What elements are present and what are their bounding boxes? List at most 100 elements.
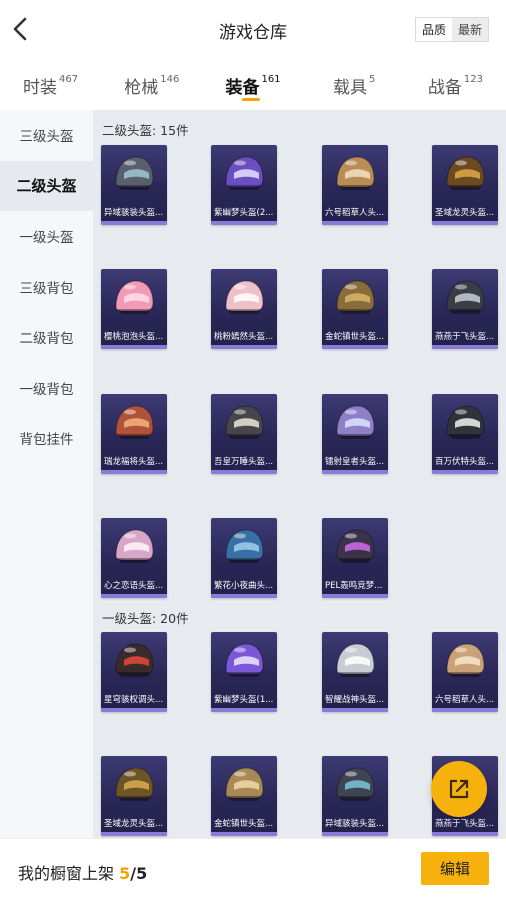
- item-card[interactable]: 金蛇镇世头盔...: [322, 269, 388, 349]
- tab-count: 161: [261, 73, 281, 85]
- item-card[interactable]: 紫幽梦头盔(1...: [211, 632, 277, 712]
- item-card-frame: 紫幽梦头盔(2...: [211, 145, 277, 225]
- helmet-icon: [115, 280, 154, 314]
- item-name: PEL轰鸣竞梦...: [325, 581, 383, 591]
- showcase-bar: 我的橱窗上架 5/5 编辑: [0, 838, 506, 897]
- showcase-max-count: 5: [136, 864, 148, 883]
- item-card[interactable]: 瑞龙福将头盔...: [101, 394, 167, 474]
- share-button[interactable]: [431, 761, 487, 817]
- sidebar-item-level3-helmet[interactable]: 三级头盔: [0, 110, 93, 161]
- item-card-frame: 瑞龙福将头盔...: [101, 394, 167, 474]
- item-card[interactable]: 桃粉嫣然头盔...: [211, 269, 277, 349]
- sort-toggle: 品质 最新: [415, 17, 489, 42]
- top-bar: 游戏仓库 品质 最新: [0, 0, 506, 60]
- item-name: 紫幽梦头盔(1...: [214, 695, 274, 705]
- item-name: 六号稻草人头...: [435, 695, 495, 705]
- active-tab-indicator: [242, 98, 260, 101]
- sidebar-item-level2-helmet[interactable]: 二级头盔: [0, 160, 93, 211]
- item-card-frame: 燕燕于飞头盔...: [432, 269, 498, 349]
- helmet-icon: [225, 405, 264, 439]
- edit-button[interactable]: 编辑: [421, 852, 489, 885]
- tab-label: 时装: [23, 77, 58, 98]
- tab-label: 载具: [333, 77, 368, 98]
- helmet-icon: [115, 767, 154, 801]
- item-card-frame: 六号稻草人头...: [322, 145, 388, 225]
- helmet-icon: [225, 280, 264, 314]
- sort-latest-button[interactable]: 最新: [452, 18, 488, 41]
- item-name: 桃粉嫣然头盔...: [214, 332, 274, 342]
- category-tabs: 时装 467 枪械 146 装备 161 载具 5 战备 123: [0, 60, 506, 110]
- item-card[interactable]: 圣域龙灵头盔...: [101, 756, 167, 836]
- tab-label: 装备: [225, 77, 260, 98]
- item-name: 异域骇装头盔...: [325, 819, 385, 829]
- item-card[interactable]: 繁花小夜曲头...: [211, 518, 277, 598]
- helmet-icon: [336, 280, 375, 314]
- item-card-frame: 金蛇镇世头盔...: [211, 756, 277, 836]
- helmet-icon: [446, 280, 485, 314]
- item-card-frame: 圣域龙灵头盔...: [432, 145, 498, 225]
- item-name: 星穹骇权调头...: [104, 695, 164, 705]
- helmet-icon: [336, 156, 375, 190]
- item-card-frame: 樱桃泡泡头盔...: [101, 269, 167, 349]
- tab-firearms[interactable]: 枪械 146: [101, 60, 202, 110]
- item-card-frame: 吾皇万睡头盔...: [211, 394, 277, 474]
- helmet-icon: [225, 529, 264, 563]
- showcase-current-count: 5: [119, 864, 131, 883]
- tab-fashion[interactable]: 时装 467: [0, 60, 101, 110]
- helmet-icon: [225, 643, 264, 677]
- item-card[interactable]: 心之恋语头盔...: [101, 518, 167, 598]
- item-card[interactable]: 紫幽梦头盔(2...: [211, 145, 277, 225]
- tab-vehicles[interactable]: 载具 5: [304, 60, 405, 110]
- tab-label: 战备: [427, 77, 462, 98]
- section-title: 二级头盔: 15件: [102, 123, 189, 138]
- item-card[interactable]: 百万伏特头盔...: [432, 394, 498, 474]
- item-card[interactable]: 金蛇镇世头盔...: [211, 756, 277, 836]
- sidebar: 三级头盔 二级头盔 一级头盔 三级背包 二级背包 一级背包 背包挂件: [0, 110, 93, 838]
- helmet-icon: [225, 156, 264, 190]
- item-card-frame: 百万伏特头盔...: [432, 394, 498, 474]
- helmet-icon: [446, 156, 485, 190]
- back-button[interactable]: [8, 14, 36, 46]
- item-card[interactable]: 樱桃泡泡头盔...: [101, 269, 167, 349]
- tab-equipment[interactable]: 装备 161: [202, 60, 303, 110]
- item-card[interactable]: 异域骇装头盔...: [322, 756, 388, 836]
- helmet-icon: [446, 405, 485, 439]
- chevron-left-icon: [13, 17, 27, 41]
- sidebar-item-level2-backpack[interactable]: 二级背包: [0, 312, 93, 363]
- helmet-icon: [336, 529, 375, 563]
- item-card[interactable]: 圣域龙灵头盔...: [432, 145, 498, 225]
- item-card[interactable]: 镭射皇者头盔...: [322, 394, 388, 474]
- helmet-icon: [115, 156, 154, 190]
- section-title: 一级头盔: 20件: [102, 611, 189, 626]
- item-card[interactable]: 燕燕于飞头盔...: [432, 269, 498, 349]
- sort-quality-button[interactable]: 品质: [416, 18, 452, 41]
- item-name: 百万伏特头盔...: [435, 457, 495, 467]
- item-card-frame: 心之恋语头盔...: [101, 518, 167, 598]
- item-card[interactable]: 六号稻草人头...: [432, 632, 498, 712]
- share-external-icon: [449, 779, 469, 799]
- sidebar-item-level1-backpack[interactable]: 一级背包: [0, 363, 93, 414]
- item-card-frame: 桃粉嫣然头盔...: [211, 269, 277, 349]
- item-card[interactable]: 六号稻草人头...: [322, 145, 388, 225]
- item-card[interactable]: 异域骇装头盔...: [101, 145, 167, 225]
- tab-supplies[interactable]: 战备 123: [405, 60, 506, 110]
- tab-count: 146: [160, 73, 180, 85]
- item-card-frame: 星穹骇权调头...: [101, 632, 167, 712]
- helmet-icon: [336, 643, 375, 677]
- tab-count: 467: [59, 73, 79, 85]
- item-card[interactable]: 吾皇万睡头盔...: [211, 394, 277, 474]
- helmet-icon: [115, 529, 154, 563]
- sidebar-item-level1-helmet[interactable]: 一级头盔: [0, 211, 93, 262]
- item-card-frame: PEL轰鸣竞梦...: [322, 518, 388, 598]
- item-name: 紫幽梦头盔(2...: [214, 208, 274, 218]
- item-name: 镭射皇者头盔...: [325, 457, 385, 467]
- item-card-frame: 紫幽梦头盔(1...: [211, 632, 277, 712]
- item-card-frame: 智耀战神头盔...: [322, 632, 388, 712]
- sidebar-item-level3-backpack[interactable]: 三级背包: [0, 262, 93, 313]
- item-name: 燕燕于飞头盔...: [435, 819, 495, 829]
- sidebar-item-backpack-charm[interactable]: 背包挂件: [0, 413, 93, 464]
- item-card[interactable]: PEL轰鸣竞梦...: [322, 518, 388, 598]
- item-card[interactable]: 智耀战神头盔...: [322, 632, 388, 712]
- item-card-frame: 异域骇装头盔...: [101, 145, 167, 225]
- item-card[interactable]: 星穹骇权调头...: [101, 632, 167, 712]
